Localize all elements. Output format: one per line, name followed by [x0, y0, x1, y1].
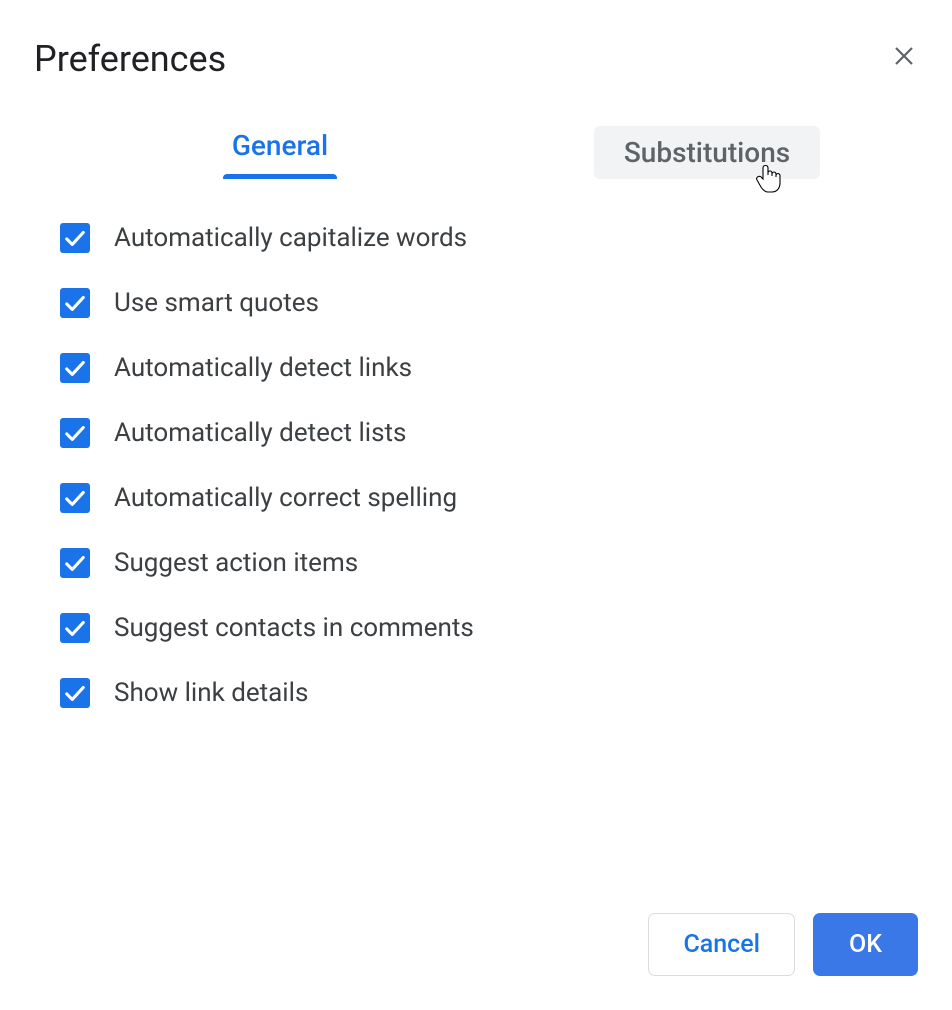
check-icon [64, 358, 86, 378]
option-label: Suggest action items [114, 548, 358, 578]
option-label: Automatically correct spelling [114, 483, 457, 513]
checkbox-show-link-details[interactable] [60, 678, 90, 708]
option-suggest-contacts: Suggest contacts in comments [60, 613, 918, 643]
ok-button[interactable]: OK [813, 913, 918, 976]
dialog-footer: Cancel OK [34, 913, 918, 976]
check-icon [64, 293, 86, 313]
option-suggest-action-items: Suggest action items [60, 548, 918, 578]
checkbox-smart-quotes[interactable] [60, 288, 90, 318]
checkbox-suggest-action-items[interactable] [60, 548, 90, 578]
option-capitalize-words: Automatically capitalize words [60, 223, 918, 253]
checkbox-detect-links[interactable] [60, 353, 90, 383]
check-icon [64, 618, 86, 638]
option-label: Automatically capitalize words [114, 223, 467, 253]
option-label: Automatically detect links [114, 353, 412, 383]
option-correct-spelling: Automatically correct spelling [60, 483, 918, 513]
cancel-button[interactable]: Cancel [648, 913, 795, 976]
option-smart-quotes: Use smart quotes [60, 288, 918, 318]
close-icon [892, 44, 916, 68]
tab-substitutions[interactable]: Substitutions [594, 126, 820, 179]
check-icon [64, 228, 86, 248]
dialog-header: Preferences [34, 38, 918, 80]
option-detect-lists: Automatically detect lists [60, 418, 918, 448]
checkbox-detect-lists[interactable] [60, 418, 90, 448]
option-label: Automatically detect lists [114, 418, 406, 448]
checkbox-suggest-contacts[interactable] [60, 613, 90, 643]
option-show-link-details: Show link details [60, 678, 918, 708]
checkbox-capitalize-words[interactable] [60, 223, 90, 253]
option-label: Suggest contacts in comments [114, 613, 474, 643]
tab-bar: General Substitutions [60, 126, 918, 179]
check-icon [64, 488, 86, 508]
dialog-title: Preferences [34, 38, 226, 80]
option-label: Show link details [114, 678, 308, 708]
check-icon [64, 553, 86, 573]
close-button[interactable] [890, 42, 918, 70]
tab-general[interactable]: General [60, 126, 500, 179]
preferences-dialog: Preferences General Substitutions Automa… [0, 0, 952, 1010]
option-detect-links: Automatically detect links [60, 353, 918, 383]
check-icon [64, 683, 86, 703]
options-list: Automatically capitalize words Use smart… [60, 223, 918, 893]
check-icon [64, 423, 86, 443]
checkbox-correct-spelling[interactable] [60, 483, 90, 513]
option-label: Use smart quotes [114, 288, 319, 318]
